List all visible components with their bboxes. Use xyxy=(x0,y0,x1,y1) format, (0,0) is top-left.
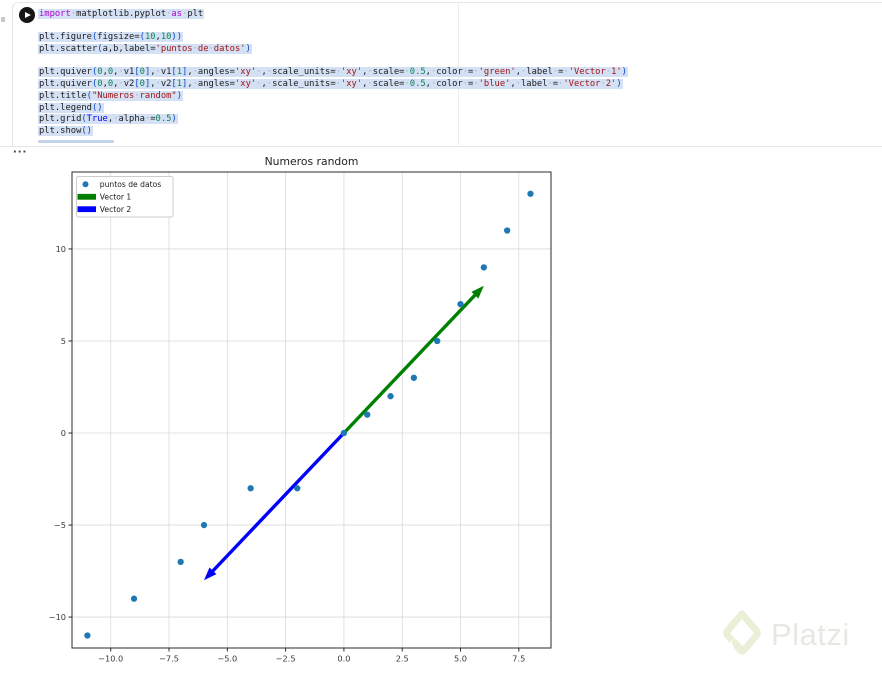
svg-text:5.0: 5.0 xyxy=(454,654,467,664)
code-line[interactable]: import·matplotlib.pyplot·as·plt xyxy=(38,9,868,21)
code-line[interactable]: plt.figure(figsize=(10,10)) xyxy=(38,32,868,44)
code-line[interactable]: plt.quiver(0,0,·v1[0],·v1[1],·angles='xy… xyxy=(38,67,868,79)
svg-text:−10.0: −10.0 xyxy=(98,654,123,664)
plot-frame xyxy=(71,171,552,649)
x-axis: −10.0 −7.5 −5.0 −2.5 0.0 2.5 5.0 7.5 xyxy=(98,648,525,664)
svg-text:0: 0 xyxy=(61,428,66,438)
code-editor[interactable]: import·matplotlib.pyplot·as·plt plt.figu… xyxy=(38,9,868,138)
svg-text:5: 5 xyxy=(61,336,66,346)
platzi-watermark: Platzi xyxy=(722,609,850,659)
svg-text:−5.0: −5.0 xyxy=(217,654,237,664)
svg-text:puntos de datos: puntos de datos xyxy=(100,180,161,189)
y-axis: 10 5 0 −5 −10 xyxy=(49,244,72,622)
svg-text:7.5: 7.5 xyxy=(512,654,525,664)
code-line[interactable]: plt.scatter(a,b,label='puntos·de·datos') xyxy=(38,44,868,56)
code-line[interactable]: plt.legend() xyxy=(38,102,868,115)
platzi-logo-icon xyxy=(723,610,761,655)
svg-text:−7.5: −7.5 xyxy=(159,654,179,664)
notebook-page: { "editor": { "run_button_label": "run-c… xyxy=(0,0,882,675)
code-line[interactable]: plt.title("Numeros·random") xyxy=(38,90,868,103)
code-line[interactable] xyxy=(38,21,868,33)
vector-arrow-2 xyxy=(203,431,346,581)
watermark-text: Platzi xyxy=(771,616,850,652)
svg-text:10: 10 xyxy=(56,244,66,254)
svg-text:2.5: 2.5 xyxy=(396,654,409,664)
scatter-points xyxy=(84,190,534,639)
run-cell-button[interactable] xyxy=(19,7,35,23)
svg-text:−5: −5 xyxy=(54,520,66,530)
chart-title: Numeros random xyxy=(265,155,359,168)
code-line[interactable] xyxy=(38,56,868,68)
code-line[interactable]: plt.show() xyxy=(38,125,868,138)
svg-text:Vector 1: Vector 1 xyxy=(100,193,132,202)
cell-drag-handle[interactable] xyxy=(1,17,5,22)
code-line[interactable]: plt.grid(True,·alpha·=0.5) xyxy=(38,114,868,126)
grid-lines xyxy=(72,172,551,648)
matplotlib-output-plot: −10.0 −7.5 −5.0 −2.5 0.0 2.5 5.0 7.5 10 5 0 −5 −10 Nu… xyxy=(49,155,552,664)
svg-text:−10: −10 xyxy=(49,612,66,622)
chart-legend: puntos de datos Vector 1 Vector 2 xyxy=(76,176,174,218)
svg-text:Vector 2: Vector 2 xyxy=(100,205,132,214)
play-icon xyxy=(25,12,31,18)
vector-arrow-1 xyxy=(342,285,484,435)
code-line[interactable]: plt.quiver(0,0,·v2[0],·v2[1],·angles='xy… xyxy=(38,79,868,91)
cell-bottom-border xyxy=(0,146,882,147)
svg-text:−2.5: −2.5 xyxy=(276,654,296,664)
svg-text:0.0: 0.0 xyxy=(337,654,350,664)
horizontal-scrollbar[interactable] xyxy=(38,140,114,143)
